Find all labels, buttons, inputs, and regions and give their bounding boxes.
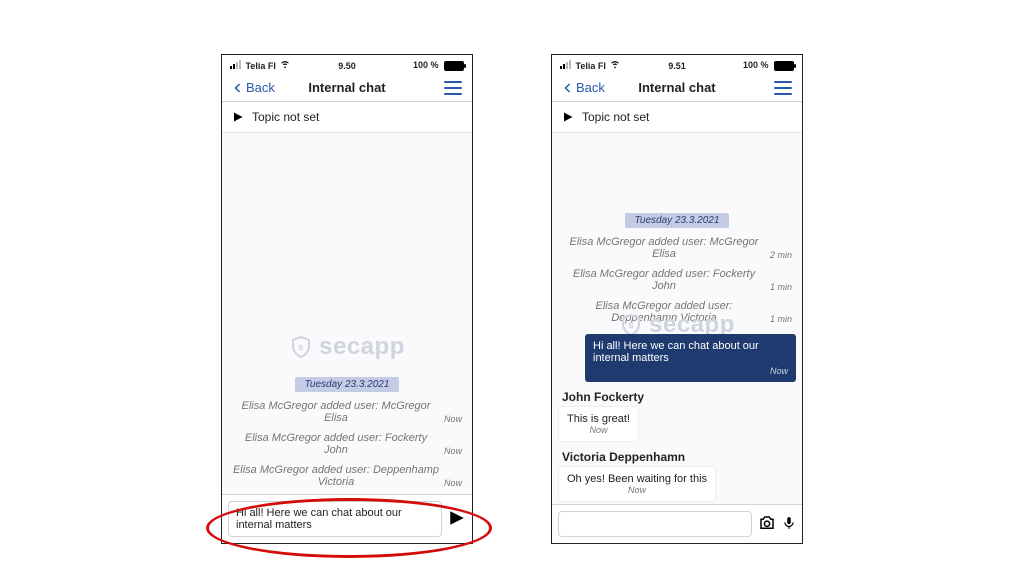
signal-icon xyxy=(560,60,571,69)
incoming-message[interactable]: Oh yes! Been waiting for this Now xyxy=(558,466,716,502)
chat-body: s secapp Tuesday 23.3.2021 Elisa McGrego… xyxy=(552,133,802,504)
topic-label: Topic not set xyxy=(582,110,649,124)
nav-bar: Back Internal chat xyxy=(552,74,802,102)
carrier-label: Telia FI xyxy=(246,61,276,71)
system-message: Elisa McGregor added user: McGregor Elis… xyxy=(552,234,802,266)
wifi-icon xyxy=(610,59,620,72)
message-time: Now xyxy=(593,366,788,376)
message-time: Now xyxy=(567,485,707,495)
status-bar: Telia FI 9.51 100 % xyxy=(552,55,802,74)
battery-icon xyxy=(774,61,794,71)
message-input[interactable] xyxy=(558,511,752,537)
phone-screenshot-before: Telia FI 9.50 100 % Back Internal chat T… xyxy=(221,54,473,544)
date-divider: Tuesday 23.3.2021 xyxy=(295,377,400,392)
system-message: Elisa McGregor added user: Fockerty John… xyxy=(552,266,802,298)
timestamp: 1 min xyxy=(766,314,792,324)
microphone-button[interactable] xyxy=(782,514,796,535)
timestamp: Now xyxy=(440,446,462,456)
sender-name: Victoria Deppenhamn xyxy=(552,444,802,466)
battery-label: 100 % xyxy=(413,60,439,70)
back-label: Back xyxy=(576,80,605,95)
chat-body: s secapp Tuesday 23.3.2021 Elisa McGrego… xyxy=(222,133,472,494)
camera-button[interactable] xyxy=(758,514,776,535)
play-icon xyxy=(562,111,574,123)
incoming-message[interactable]: This is great! Now xyxy=(558,406,639,442)
status-bar: Telia FI 9.50 100 % xyxy=(222,55,472,74)
system-message: Elisa McGregor added user: Deppenhamn Vi… xyxy=(552,298,802,330)
timestamp: 2 min xyxy=(766,250,792,260)
system-message: Elisa McGregor added user: Deppenhamp Vi… xyxy=(222,462,472,494)
sender-name: John Fockerty xyxy=(552,384,802,406)
back-label: Back xyxy=(246,80,275,95)
send-button[interactable] xyxy=(448,509,466,530)
battery-icon xyxy=(444,61,464,71)
date-divider: Tuesday 23.3.2021 xyxy=(625,213,730,228)
signal-icon xyxy=(230,60,241,69)
message-composer xyxy=(552,504,802,543)
message-text: Hi all! Here we can chat about our inter… xyxy=(593,340,759,364)
message-text: This is great! xyxy=(567,413,630,425)
message-input[interactable]: Hi all! Here we can chat about our inter… xyxy=(228,501,442,537)
system-message: Elisa McGregor added user: McGregor Elis… xyxy=(222,398,472,430)
timestamp: 1 min xyxy=(766,282,792,292)
phone-screenshot-after: Telia FI 9.51 100 % Back Internal chat T… xyxy=(551,54,803,544)
timestamp: Now xyxy=(440,478,462,488)
system-message: Elisa McGregor added user: Fockerty John… xyxy=(222,430,472,462)
back-button[interactable]: Back xyxy=(232,80,275,95)
menu-button[interactable] xyxy=(774,81,792,95)
menu-button[interactable] xyxy=(444,81,462,95)
topic-bar[interactable]: Topic not set xyxy=(222,102,472,133)
wifi-icon xyxy=(280,59,290,72)
message-composer: Hi all! Here we can chat about our inter… xyxy=(222,494,472,543)
message-text: Oh yes! Been waiting for this xyxy=(567,473,707,485)
message-time: Now xyxy=(567,425,630,435)
timestamp: Now xyxy=(440,414,462,424)
battery-label: 100 % xyxy=(743,60,769,70)
play-icon xyxy=(232,111,244,123)
nav-bar: Back Internal chat xyxy=(222,74,472,102)
chevron-left-icon xyxy=(232,82,244,94)
back-button[interactable]: Back xyxy=(562,80,605,95)
carrier-label: Telia FI xyxy=(576,61,606,71)
topic-label: Topic not set xyxy=(252,110,319,124)
chevron-left-icon xyxy=(562,82,574,94)
topic-bar[interactable]: Topic not set xyxy=(552,102,802,133)
outgoing-message[interactable]: Hi all! Here we can chat about our inter… xyxy=(585,334,796,382)
